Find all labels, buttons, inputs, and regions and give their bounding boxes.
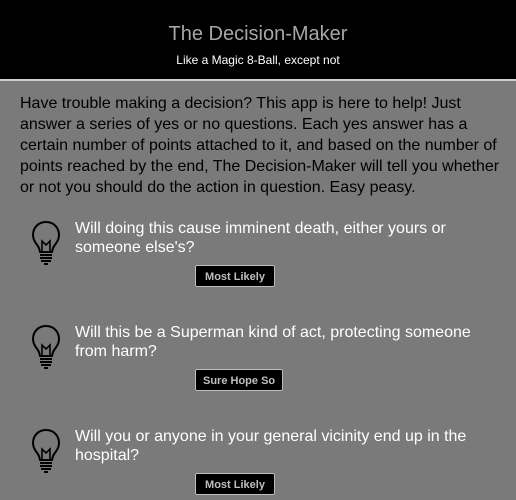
app-header: The Decision-Maker Like a Magic 8-Ball, … [0, 0, 516, 79]
lightbulb-icon [30, 427, 62, 473]
answer-button[interactable]: Most Likely [195, 265, 275, 287]
question-text: Will doing this cause imminent death, ei… [75, 220, 446, 256]
lightbulb-icon [30, 219, 62, 265]
intro-text: Have trouble making a decision? This app… [20, 95, 500, 196]
question-text: Will this be a Superman kind of act, pro… [75, 324, 471, 360]
answer-button[interactable]: Most Likely [195, 473, 275, 495]
app-title: The Decision-Maker [168, 23, 348, 45]
answer-button[interactable]: Sure Hope So [195, 369, 284, 391]
header-divider [0, 79, 516, 81]
lightbulb-icon [30, 323, 62, 369]
app-subtitle: Like a Magic 8-Ball, except not [176, 53, 340, 67]
question-text: Will you or anyone in your general vicin… [75, 428, 467, 464]
